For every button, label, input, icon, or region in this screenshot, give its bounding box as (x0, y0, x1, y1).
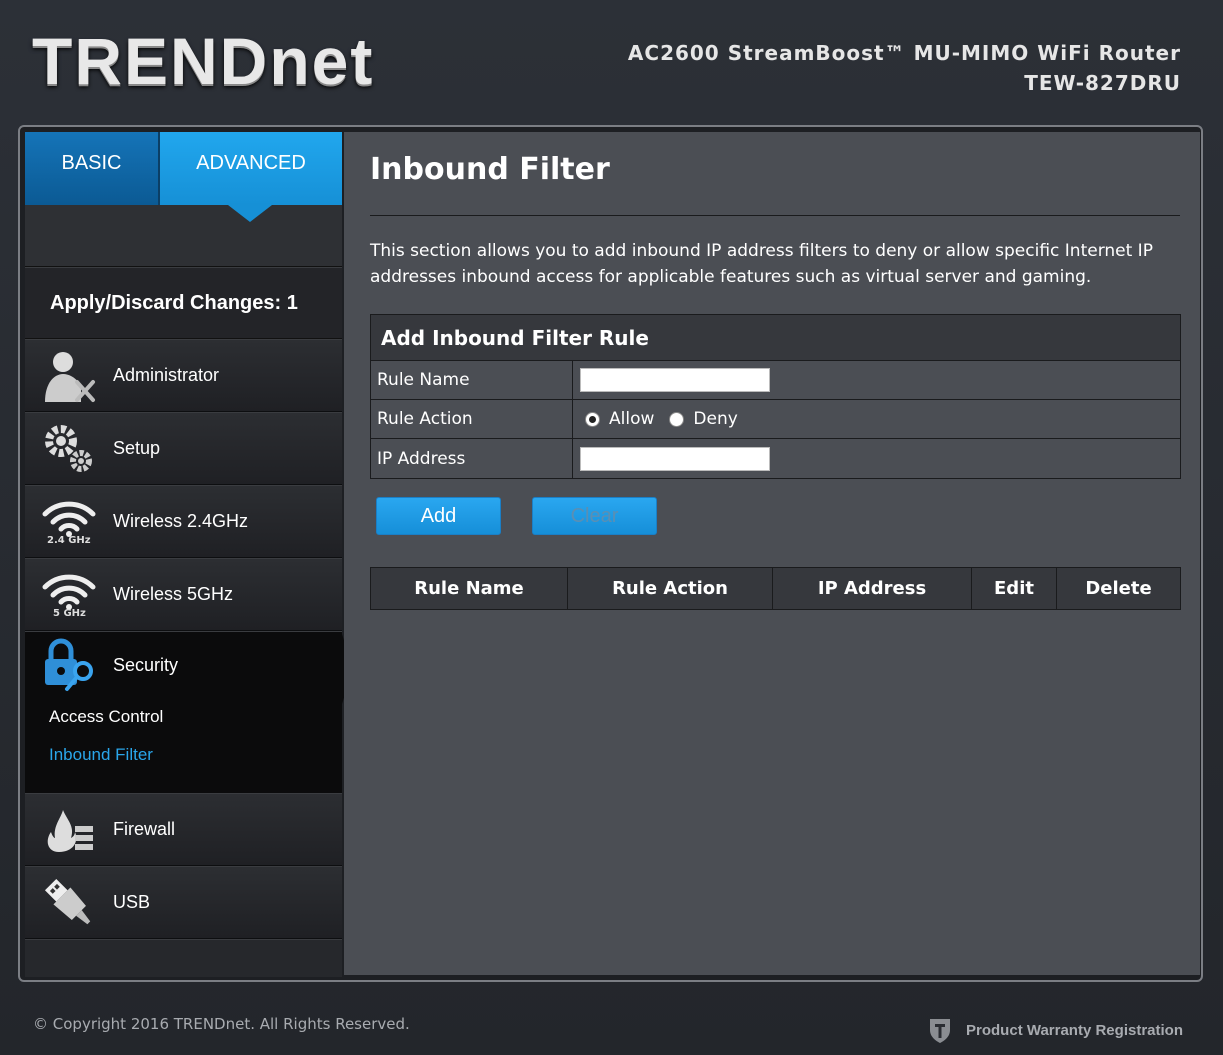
sidebar-item-label: Administrator (113, 365, 220, 385)
firewall-icon (25, 800, 113, 860)
page-description: This section allows you to add inbound I… (370, 241, 1153, 287)
deny-radio[interactable] (669, 411, 685, 427)
title-divider (370, 215, 1180, 216)
sidebar-item-administrator[interactable]: Administrator (25, 339, 342, 412)
sidebar-item-label: Wireless 5GHz (113, 584, 234, 604)
rule-name-input[interactable] (580, 368, 770, 392)
sidebar-section-security: Security Access Control Inbound Filter (25, 631, 353, 793)
rule-action-row: Rule Action Allow Deny (371, 400, 1180, 439)
main-frame: BASIC ADVANCED Apply/Discard Changes: 1 … (18, 125, 1203, 982)
sidebar: BASIC ADVANCED Apply/Discard Changes: 1 … (25, 132, 353, 977)
add-inbound-filter-form: Add Inbound Filter Rule Rule Name Rule A… (370, 314, 1181, 479)
mode-tabs: BASIC ADVANCED (25, 132, 342, 222)
warranty-label: Product Warranty Registration (966, 1021, 1183, 1039)
sidebar-item-label: Firewall (113, 819, 176, 839)
ip-address-row: IP Address (371, 439, 1180, 478)
sidebar-subitem-inbound-filter[interactable]: Inbound Filter (25, 736, 342, 774)
ip-address-label: IP Address (371, 439, 573, 478)
product-model-block: AC2600 StreamBoost™ MU-MIMO WiFi Router … (628, 38, 1181, 98)
form-heading: Add Inbound Filter Rule (371, 315, 1180, 361)
rule-name-label: Rule Name (371, 361, 573, 399)
administrator-icon (25, 346, 113, 406)
apply-discard-changes-button[interactable]: Apply/Discard Changes: 1 (25, 267, 342, 339)
trendnet-logo: TRENDnet (32, 24, 375, 98)
inbound-filter-table-header: Rule Name Rule Action IP Address Edit De… (370, 567, 1181, 610)
wifi-band-badge: 2.4 GHz (47, 535, 91, 546)
sidebar-item-label: USB (113, 892, 151, 912)
deny-radio-label: Deny (693, 409, 738, 429)
sidebar-item-usb[interactable]: USB (25, 866, 342, 939)
shield-icon (930, 1019, 951, 1043)
rule-name-row: Rule Name (371, 361, 1180, 400)
column-header-ip-address: IP Address (773, 568, 972, 609)
product-line: AC2600 StreamBoost™ MU-MIMO WiFi Router (627, 41, 1181, 65)
usb-icon (25, 873, 113, 933)
lock-key-icon (25, 635, 113, 695)
column-header-delete: Delete (1085, 578, 1152, 599)
sidebar-item-label: Wireless 2.4GHz (113, 511, 249, 531)
sidebar-item-label: Security (113, 654, 179, 675)
allow-radio-label: Allow (609, 409, 655, 429)
form-buttons: Add Clear (376, 497, 1180, 535)
sidebar-item-wireless-5ghz[interactable]: 5 GHz Wireless 5GHz (25, 558, 342, 631)
copyright-text: © Copyright 2016 TRENDnet. All Rights Re… (33, 1015, 410, 1033)
sidebar-item-label: Setup (113, 438, 161, 458)
sidebar-subitem-access-control[interactable]: Access Control (25, 698, 342, 736)
sidebar-item-setup[interactable]: Setup (25, 412, 342, 485)
add-button[interactable]: Add (376, 497, 501, 535)
tab-basic[interactable]: BASIC (25, 132, 160, 205)
allow-radio[interactable] (585, 411, 600, 427)
sidebar-spacer (25, 205, 342, 267)
sidebar-item-firewall[interactable]: Firewall (25, 793, 342, 866)
sidebar-item-wireless-2-4ghz[interactable]: 2.4 GHz Wireless 2.4GHz (25, 485, 342, 558)
sidebar-item-security[interactable]: Security (25, 632, 342, 698)
sidebar-footer (25, 939, 342, 977)
column-header-rule-name: Rule Name (371, 568, 568, 609)
gear-icon (25, 419, 113, 479)
page-title: Inbound Filter (370, 152, 610, 187)
ip-address-input[interactable] (580, 446, 770, 471)
column-header-edit: Edit (972, 568, 1057, 609)
wifi-band-badge: 5 GHz (53, 608, 86, 619)
column-header-rule-action: Rule Action (568, 568, 773, 609)
tab-advanced[interactable]: ADVANCED (160, 132, 342, 222)
rule-action-label: Rule Action (371, 400, 573, 438)
model-number: TEW-827DRU (1024, 71, 1181, 95)
product-warranty-registration-link[interactable]: Product Warranty Registration (928, 1016, 1183, 1044)
clear-button[interactable]: Clear (532, 497, 657, 535)
content-panel: Inbound Filter This section allows you t… (344, 132, 1200, 975)
